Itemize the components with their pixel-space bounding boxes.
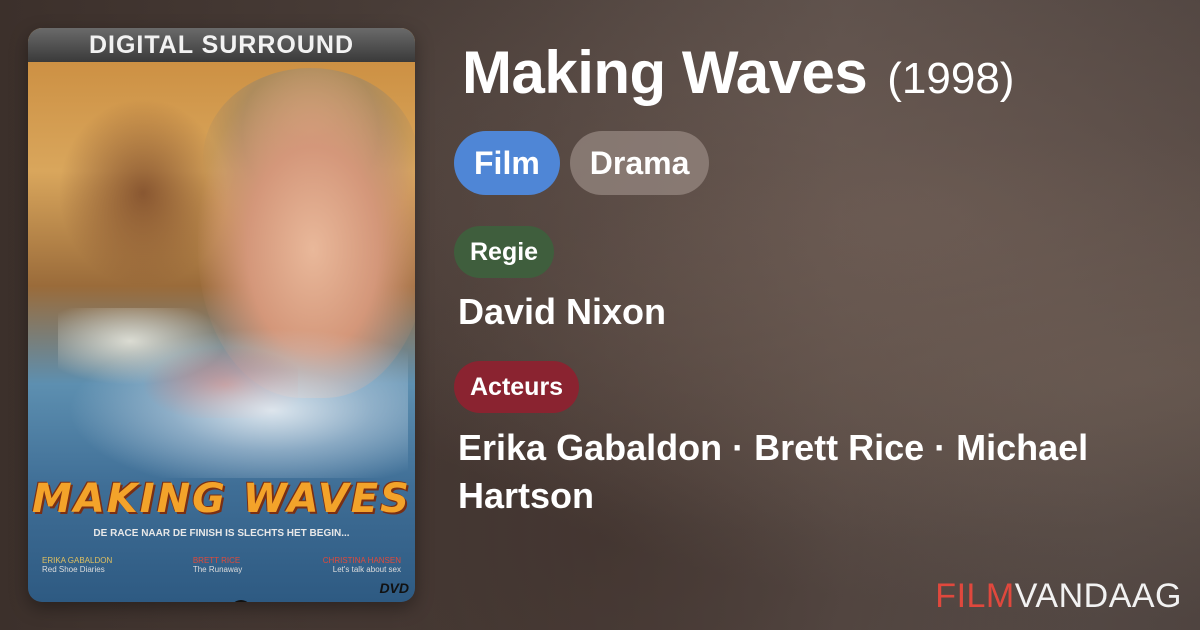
poster-credit-name: ERIKA GABALDON [42,556,113,565]
actors-list[interactable]: Erika Gabaldon · Brett Rice · Michael Ha… [458,424,1158,520]
dvd-logo: DVD [379,580,409,596]
filmvandaag-logo[interactable]: FILMVANDAAG [935,577,1182,616]
poster-credit-film: Red Shoe Diaries [42,565,105,574]
title-row: Making Waves (1998) [462,38,1014,107]
poster-title: MAKING WAVES [32,476,411,522]
poster-credit-name: CHRISTINA HANSEN [322,556,401,565]
poster-credit-film: Let's talk about sex [332,565,401,574]
poster-credit: BRETT RICE The Runaway [193,556,242,596]
genre-tags: Film Drama [454,131,710,195]
poster-banner: DIGITAL SURROUND [28,28,415,62]
tag-film[interactable]: Film [454,131,560,195]
movie-year: (1998) [887,54,1015,103]
movie-title: Making Waves [462,39,868,106]
poster-credit-film: The Runaway [192,565,243,574]
movie-poster[interactable]: DIGITAL SURROUND MAKING WAVES DE RACE NA… [28,28,415,602]
poster-credits: ERIKA GABALDON Red Shoe Diaries BRETT RI… [42,556,401,596]
poster-credit: ERIKA GABALDON Red Shoe Diaries [42,556,112,596]
actors-label: Acteurs [454,361,580,413]
poster-spray-image [68,328,408,478]
poster-tagline: DE RACE NAAR DE FINISH IS SLECHTS HET BE… [93,528,350,539]
poster-credit-name: BRETT RICE [192,556,241,565]
age-rating-badge: AL [230,600,252,602]
brand-part-film: FILM [935,577,1015,615]
director-label: Regie [454,226,555,278]
brand-part-vandaag: VANDAAG [1014,577,1182,615]
tag-drama[interactable]: Drama [569,131,710,195]
director-name[interactable]: David Nixon [458,288,666,336]
